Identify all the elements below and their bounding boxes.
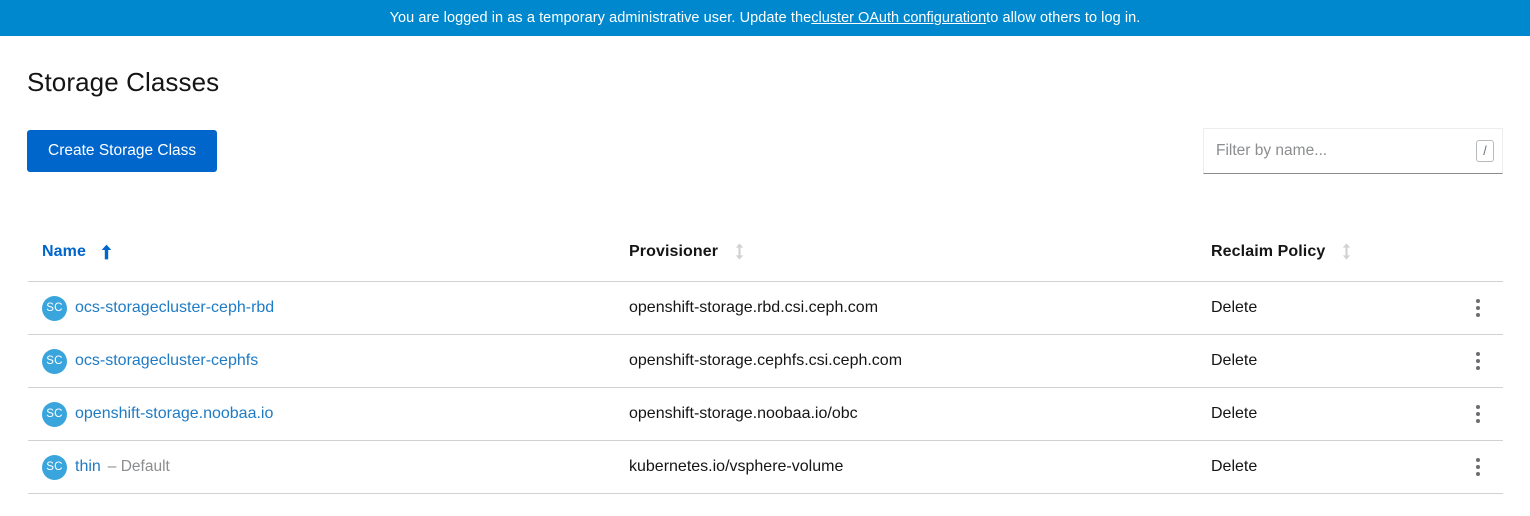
create-storage-class-button[interactable]: Create Storage Class — [27, 130, 218, 172]
cluster-oauth-configuration-link[interactable]: cluster OAuth configuration — [811, 11, 986, 26]
cell-name: SC ocs-storagecluster-cephfs — [28, 348, 629, 374]
column-header-name-label[interactable]: Name — [42, 243, 86, 261]
kebab-dot — [1476, 299, 1480, 303]
cell-reclaim-policy: Delete — [1211, 352, 1453, 370]
reclaim-policy-value: Delete — [1211, 299, 1258, 316]
long-arrow-up-icon[interactable] — [96, 242, 118, 262]
storage-class-badge-icon: SC — [42, 348, 67, 374]
storage-class-link[interactable]: ocs-storagecluster-ceph-rbd — [75, 299, 274, 317]
admin-notification-banner: You are logged in as a temporary adminis… — [0, 0, 1530, 36]
kebab-dot — [1476, 472, 1480, 476]
storage-class-badge-icon: SC — [42, 295, 67, 321]
kebab-menu-icon[interactable] — [1462, 397, 1494, 431]
kebab-dot — [1476, 306, 1480, 310]
cell-actions — [1453, 344, 1503, 378]
kebab-dot — [1476, 412, 1480, 416]
column-header-reclaim-policy[interactable]: Reclaim Policy — [1211, 242, 1453, 262]
storage-class-badge-icon: SC — [42, 454, 67, 480]
cell-reclaim-policy: Delete — [1211, 299, 1453, 317]
cell-actions — [1453, 291, 1503, 325]
provisioner-value: openshift-storage.noobaa.io/obc — [629, 405, 858, 422]
table-row[interactable]: SC thin – Default kubernetes.io/vsphere-… — [28, 441, 1503, 494]
cell-reclaim-policy: Delete — [1211, 458, 1453, 476]
kebab-dot — [1476, 366, 1480, 370]
kebab-menu-icon[interactable] — [1462, 344, 1494, 378]
kebab-menu-icon[interactable] — [1462, 291, 1494, 325]
sort-icon[interactable] — [1335, 242, 1357, 262]
cell-actions — [1453, 450, 1503, 484]
provisioner-value: openshift-storage.rbd.csi.ceph.com — [629, 299, 879, 316]
slash-shortcut-badge[interactable]: / — [1476, 140, 1494, 162]
cell-name: SC thin – Default — [28, 454, 629, 480]
kebab-dot — [1476, 359, 1480, 363]
provisioner-value: kubernetes.io/vsphere-volume — [629, 458, 844, 475]
storage-class-link[interactable]: thin — [75, 458, 101, 476]
storage-classes-table: Name Provisioner Reclaim Policy SC ocs-s… — [28, 222, 1503, 494]
banner-text-before: You are logged in as a temporary adminis… — [389, 9, 812, 26]
cell-provisioner: openshift-storage.cephfs.csi.ceph.com — [629, 352, 1211, 370]
table-row[interactable]: SC ocs-storagecluster-cephfs openshift-s… — [28, 335, 1503, 388]
column-header-name[interactable]: Name — [28, 242, 629, 262]
search-input[interactable] — [1216, 129, 1476, 173]
cell-provisioner: kubernetes.io/vsphere-volume — [629, 458, 1211, 476]
table-row[interactable]: SC openshift-storage.noobaa.io openshift… — [28, 388, 1503, 441]
storage-class-link[interactable]: ocs-storagecluster-cephfs — [75, 352, 258, 370]
column-header-provisioner[interactable]: Provisioner — [629, 242, 1211, 262]
column-header-reclaim-policy-label[interactable]: Reclaim Policy — [1211, 243, 1325, 261]
cell-reclaim-policy: Delete — [1211, 405, 1453, 423]
filter-by-name-container: / — [1203, 128, 1503, 174]
cell-name: SC openshift-storage.noobaa.io — [28, 401, 629, 427]
default-tag: – Default — [107, 458, 170, 475]
kebab-dot — [1476, 405, 1480, 409]
provisioner-value: openshift-storage.cephfs.csi.ceph.com — [629, 352, 903, 369]
storage-class-badge-icon: SC — [42, 401, 67, 427]
page-title: Storage Classes — [27, 67, 220, 97]
reclaim-policy-value: Delete — [1211, 352, 1258, 369]
table-row[interactable]: SC ocs-storagecluster-ceph-rbd openshift… — [28, 282, 1503, 335]
reclaim-policy-value: Delete — [1211, 405, 1258, 422]
column-header-provisioner-label[interactable]: Provisioner — [629, 243, 718, 261]
cell-provisioner: openshift-storage.noobaa.io/obc — [629, 405, 1211, 423]
kebab-dot — [1476, 419, 1480, 423]
kebab-dot — [1476, 352, 1480, 356]
kebab-menu-icon[interactable] — [1462, 450, 1494, 484]
storage-class-link[interactable]: openshift-storage.noobaa.io — [75, 405, 273, 423]
cell-provisioner: openshift-storage.rbd.csi.ceph.com — [629, 299, 1211, 317]
table-header-row: Name Provisioner Reclaim Policy — [28, 222, 1503, 282]
reclaim-policy-value: Delete — [1211, 458, 1258, 475]
kebab-dot — [1476, 458, 1480, 462]
toolbar: Create Storage Class / — [0, 128, 1530, 174]
banner-text-after: to allow others to log in. — [986, 9, 1141, 26]
kebab-dot — [1476, 465, 1480, 469]
sort-icon[interactable] — [728, 242, 750, 262]
cell-actions — [1453, 397, 1503, 431]
cell-name: SC ocs-storagecluster-ceph-rbd — [28, 295, 629, 321]
kebab-dot — [1476, 313, 1480, 317]
